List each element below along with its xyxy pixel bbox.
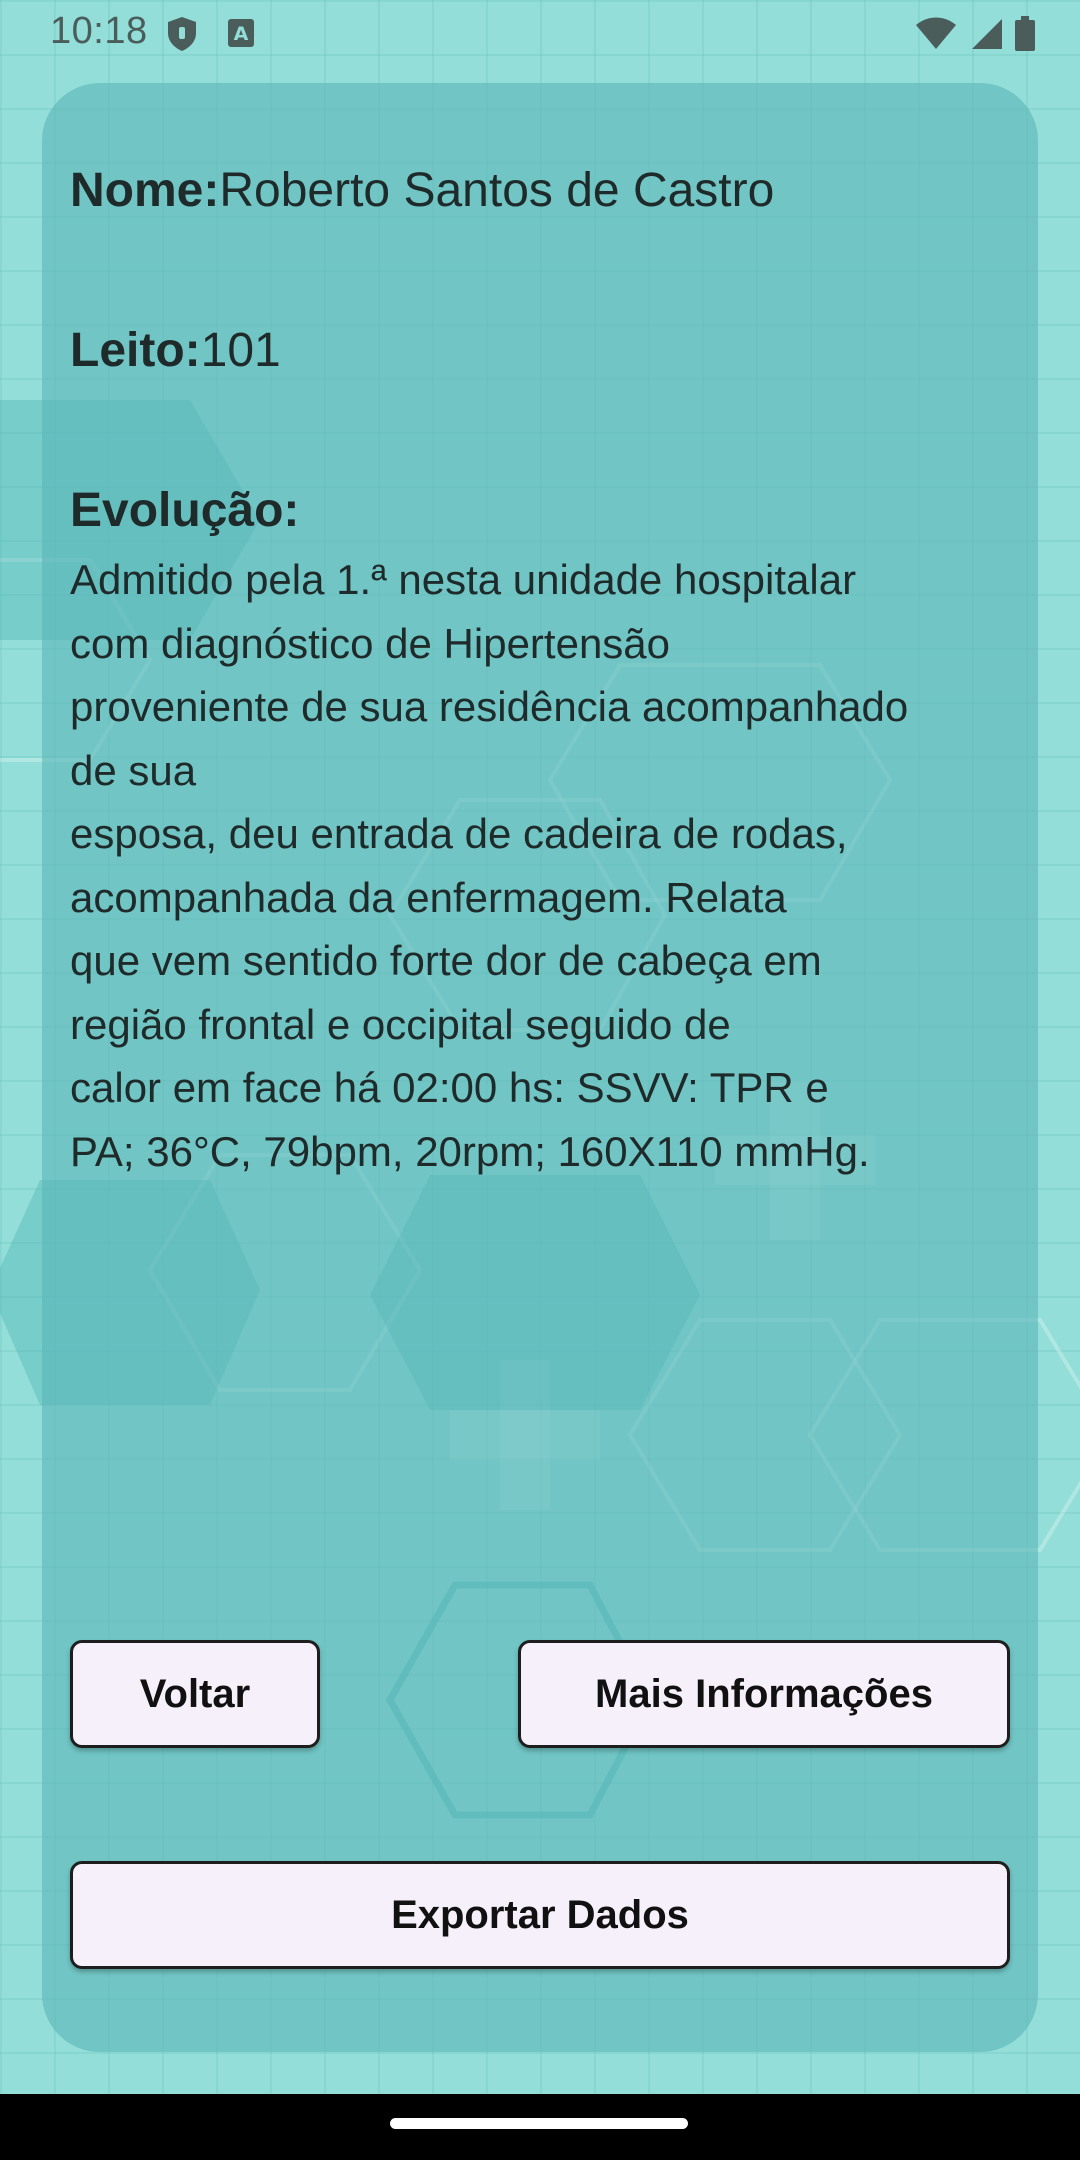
evolution-text: Admitido pela 1.ª nesta unidade hospital… — [70, 556, 909, 1175]
battery-icon — [1015, 16, 1035, 51]
bed-field: Leito:101 — [70, 323, 281, 378]
export-data-button[interactable]: Exportar Dados — [70, 1861, 1010, 1969]
svg-text:A: A — [234, 23, 249, 45]
evolution-label: Evolução: — [70, 484, 300, 537]
bed-label: Leito: — [70, 324, 201, 377]
signal-icon — [972, 19, 1002, 49]
name-field: Nome:Roberto Santos de Castro — [70, 163, 774, 218]
evolution-field: Evolução: — [70, 483, 299, 538]
font-a-icon: A — [228, 19, 254, 47]
patient-card: Nome:Roberto Santos de Castro Leito:101 … — [42, 83, 1038, 2052]
name-value: Roberto Santos de Castro — [219, 164, 775, 217]
bed-value: 101 — [200, 324, 281, 377]
more-info-button[interactable]: Mais Informações — [518, 1640, 1010, 1748]
wifi-icon — [916, 17, 956, 49]
home-indicator[interactable] — [390, 2118, 688, 2129]
navigation-bar — [0, 2094, 1080, 2160]
back-button[interactable]: Voltar — [70, 1640, 320, 1748]
status-bar: 10:18 A — [0, 0, 1080, 66]
name-label: Nome: — [70, 164, 220, 217]
shield-icon — [168, 17, 196, 51]
status-time: 10:18 — [50, 10, 148, 52]
